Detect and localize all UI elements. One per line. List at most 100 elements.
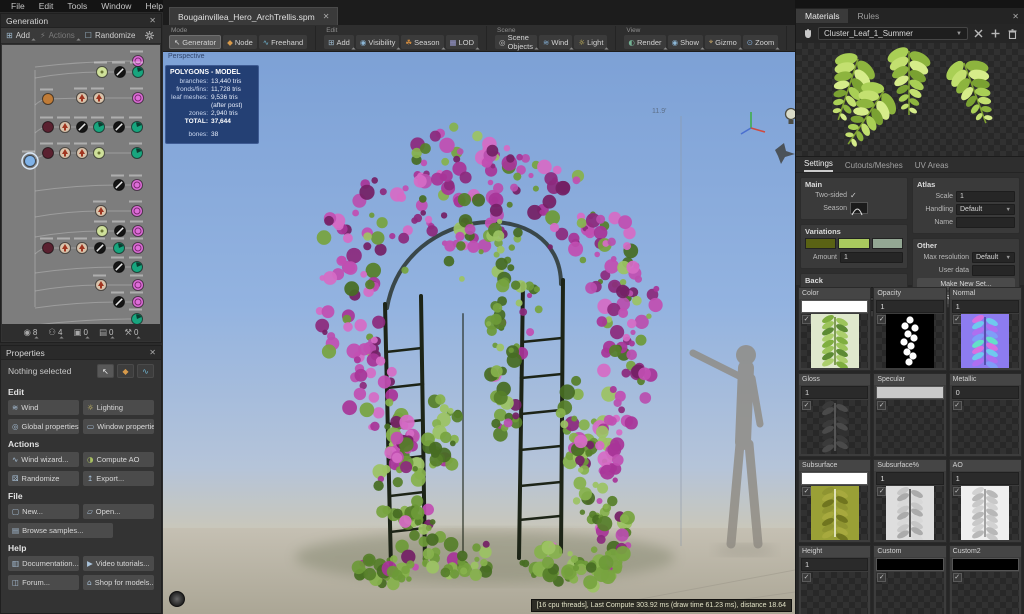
menu-tools[interactable]: Tools — [60, 1, 94, 11]
map-thumbnail[interactable]: ✓ — [952, 486, 1019, 540]
menu-file[interactable]: File — [4, 1, 32, 11]
checkbox-icon[interactable]: ✓ — [953, 315, 962, 324]
wind-button[interactable]: ≋Wind — [8, 400, 79, 415]
freehand-mode-button[interactable]: ∿Freehand — [259, 35, 307, 49]
light-button[interactable]: ☼Light — [574, 35, 607, 49]
checkbox-icon[interactable]: ✓ — [802, 315, 811, 324]
map-thumbnail[interactable]: ✓ — [876, 314, 943, 368]
material-preview[interactable] — [796, 43, 1024, 157]
checkbox-icon[interactable]: ✓ — [877, 573, 886, 582]
map-value[interactable]: 0 — [952, 386, 1019, 399]
node-graph[interactable] — [2, 45, 160, 326]
map-thumbnail[interactable]: ✓ — [876, 572, 943, 614]
map-tile-subsurface[interactable]: Subsurface✓ — [798, 459, 871, 543]
map-value[interactable] — [876, 558, 943, 571]
menu-window[interactable]: Window — [94, 1, 138, 11]
checkbox-icon[interactable]: ✓ — [877, 401, 886, 410]
scene-objects-button[interactable]: ◎Scene Objects — [495, 35, 537, 49]
export-button[interactable]: ↥Export... — [83, 471, 154, 486]
graph-node[interactable] — [133, 56, 144, 67]
settings-gear-icon[interactable] — [145, 31, 158, 40]
node-mode-toggle[interactable]: ◆ — [117, 364, 134, 378]
max-resolution-select[interactable]: Default▼ — [972, 252, 1015, 263]
map-value[interactable]: 1 — [876, 300, 943, 313]
map-value[interactable] — [801, 472, 868, 485]
checkbox-icon[interactable]: ✓ — [802, 573, 811, 582]
wind-wizard-button[interactable]: ∿Wind wizard... — [8, 452, 79, 467]
map-thumbnail[interactable]: ✓ — [801, 486, 868, 540]
generator-mode-toggle[interactable]: ↖ — [97, 364, 114, 378]
map-tile-custom2[interactable]: Custom2✓ — [949, 545, 1022, 614]
checkbox-icon[interactable]: ✓ — [877, 487, 886, 496]
graph-node[interactable] — [43, 243, 54, 254]
map-value[interactable] — [801, 300, 868, 313]
map-thumbnail[interactable]: ✓ — [876, 486, 943, 540]
graph-node[interactable] — [43, 122, 54, 133]
map-value[interactable]: 1 — [801, 558, 868, 571]
scale-field[interactable]: 1 — [956, 191, 1015, 202]
new-button[interactable]: ▢New... — [8, 504, 79, 519]
map-tile-metallic[interactable]: Metallic0✓ — [949, 373, 1022, 457]
scene-wind-button[interactable]: ≋Wind — [539, 35, 572, 49]
map-value[interactable]: 1 — [876, 472, 943, 485]
shop-models-button[interactable]: ⌂Shop for models... — [83, 575, 154, 590]
lighting-button[interactable]: ☼Lighting — [83, 400, 154, 415]
graph-node[interactable] — [133, 243, 144, 254]
close-icon[interactable]: ✕ — [149, 16, 156, 25]
forces-count[interactable]: ⚒0 — [124, 328, 138, 338]
graph-node[interactable] — [132, 180, 143, 191]
graph-node[interactable] — [133, 280, 144, 291]
map-thumbnail[interactable]: ✓ — [952, 314, 1019, 368]
amount-field[interactable]: 1 — [840, 252, 903, 263]
map-tile-custom[interactable]: Custom✓ — [873, 545, 946, 614]
visibility-button[interactable]: ◉Visibility — [356, 35, 400, 49]
randomize-button[interactable]: ⚄Randomize — [8, 471, 79, 486]
zoom-button[interactable]: ⊙Zoom — [743, 35, 778, 49]
name-field[interactable] — [956, 217, 1015, 228]
node-mode-button[interactable]: ◆Node — [223, 35, 257, 49]
tab-materials[interactable]: Materials — [796, 9, 848, 23]
checkbox-icon[interactable]: ✓ — [877, 315, 886, 324]
compute-ao-button[interactable]: ◑Compute AO — [83, 452, 154, 467]
visible-generators-count[interactable]: ◉8 — [24, 328, 38, 338]
video-tutorials-button[interactable]: ▶Video tutorials... — [83, 556, 154, 571]
forum-button[interactable]: ◫Forum... — [8, 575, 79, 590]
tab-settings[interactable]: Settings — [804, 159, 833, 172]
global-properties-button[interactable]: ◎Global properties — [8, 419, 79, 434]
graph-node[interactable] — [133, 226, 144, 237]
add-generator-button[interactable]: ⊞Add — [6, 31, 34, 40]
graph-node[interactable] — [133, 297, 144, 308]
map-value[interactable]: 1 — [952, 472, 1019, 485]
graph-node[interactable] — [43, 94, 54, 105]
tab-uv-areas[interactable]: UV Areas — [915, 161, 949, 172]
map-tile-ao[interactable]: AO1✓ — [949, 459, 1022, 543]
cameras-count[interactable]: ▣0 — [73, 328, 87, 338]
checkbox-icon[interactable]: ✓ — [953, 401, 962, 410]
season-curve-widget[interactable] — [850, 202, 868, 214]
show-button[interactable]: ◉Show — [668, 35, 703, 49]
material-select[interactable]: Cluster_Leaf_1_Summer▼ — [818, 27, 968, 40]
map-thumbnail[interactable]: ✓ — [952, 572, 1019, 614]
delete-material-icon[interactable] — [1006, 27, 1019, 40]
map-value[interactable]: 1 — [801, 386, 868, 399]
checkbox-icon[interactable]: ✓ — [953, 487, 962, 496]
checkbox-icon[interactable]: ✓ — [953, 573, 962, 582]
gizmo-button[interactable]: ⌖Gizmo — [705, 35, 741, 49]
add-button[interactable]: ⊞Add — [324, 35, 354, 49]
variation-swatch-2[interactable] — [838, 238, 869, 249]
map-tile-specular[interactable]: Specular✓ — [873, 373, 946, 457]
graph-node[interactable] — [25, 156, 36, 167]
graph-node[interactable] — [132, 206, 143, 217]
browse-samples-button[interactable]: ▤Browse samples... — [8, 523, 113, 538]
map-thumbnail[interactable]: ✓ — [801, 572, 868, 614]
handling-select[interactable]: Default▼ — [956, 204, 1015, 215]
map-tile-color[interactable]: Color✓ — [798, 287, 871, 371]
bones-count[interactable]: ⚇4 — [48, 328, 62, 338]
user-data-field[interactable] — [972, 265, 1015, 276]
graph-node[interactable] — [133, 93, 144, 104]
map-tile-opacity[interactable]: Opacity1✓ — [873, 287, 946, 371]
checkbox-icon[interactable]: ✓ — [802, 401, 811, 410]
map-thumbnail[interactable]: ✓ — [801, 314, 868, 368]
season-button[interactable]: ☘Season — [401, 35, 443, 49]
map-tile-height[interactable]: Height1✓ — [798, 545, 871, 614]
